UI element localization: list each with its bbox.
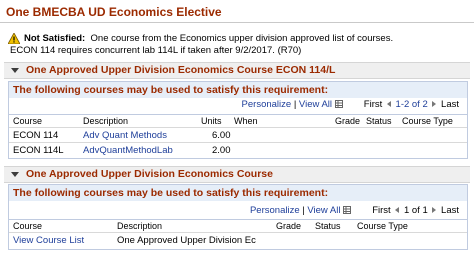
last-link: Last [441, 99, 459, 110]
col-course-type: Course Type [357, 221, 408, 231]
last-arrow-icon [432, 101, 437, 108]
section-title: One Approved Upper Division Economics Co… [26, 168, 273, 180]
first-link: First [363, 99, 383, 110]
nav-separator: | [293, 99, 297, 110]
requirement-note: ECON 114 requires concurrent lab 114L if… [10, 45, 302, 56]
column-headers: Course Description Units When Grade Stat… [9, 114, 467, 127]
view-all-link[interactable]: View All [307, 205, 340, 216]
column-headers: Course Description Grade Status Course T… [9, 219, 467, 232]
col-status: Status [315, 221, 341, 231]
first-arrow-icon [395, 207, 400, 214]
status-label: Not Satisfied: [24, 33, 86, 44]
col-grade: Grade [335, 116, 361, 126]
col-description: Description [83, 116, 129, 126]
grid-caption: The following courses may be used to sat… [9, 185, 467, 201]
collapse-triangle-icon[interactable] [11, 68, 19, 73]
nav-separator: | [302, 205, 305, 216]
row-course: ECON 114L [13, 145, 64, 156]
col-when: When [234, 116, 258, 126]
warning-icon [8, 33, 20, 44]
table-row: ECON 114L AdvQuantMethodLab 2.00 [9, 142, 467, 157]
view-all-link[interactable]: View All [299, 99, 332, 110]
row-description-link[interactable]: Adv Quant Methods [83, 130, 167, 141]
row-course: ECON 114 [13, 130, 59, 141]
table-row: ECON 114 Adv Quant Methods 6.00 [9, 127, 467, 142]
col-description: Description [117, 221, 163, 231]
header-divider [0, 22, 474, 23]
page-range: 1 of 1 [403, 205, 428, 216]
col-course-type: Course Type [402, 116, 453, 126]
col-course: Course [13, 116, 43, 126]
personalize-link[interactable]: Personalize [250, 205, 300, 216]
col-units: Units [201, 116, 222, 126]
status-line: Not Satisfied: One course from the Econo… [24, 33, 393, 44]
course-grid-econ: The following courses may be used to sat… [8, 184, 468, 250]
col-status: Status [366, 116, 392, 126]
section-header-econ[interactable]: One Approved Upper Division Economics Co… [4, 166, 470, 183]
row-units: 6.00 [212, 130, 231, 141]
row-description: One Approved Upper Division Ec [117, 235, 256, 246]
collapse-triangle-icon[interactable] [11, 172, 19, 177]
grid-navigation: Personalize | View All First 1 of 1 Last [250, 205, 459, 219]
last-arrow-icon [432, 207, 437, 214]
grid-icon[interactable] [343, 206, 352, 215]
grid-navigation: Personalize | View All First 1-2 of 2 La… [242, 99, 459, 113]
personalize-link[interactable]: Personalize [242, 99, 292, 110]
row-units: 2.00 [212, 145, 231, 156]
page-title: One BMECBA UD Economics Elective [6, 5, 222, 19]
row-description-link[interactable]: AdvQuantMethodLab [83, 145, 173, 156]
first-arrow-icon [386, 101, 391, 108]
status-text: One course from the Economics upper divi… [90, 33, 394, 44]
section-title: One Approved Upper Division Economics Co… [26, 64, 336, 76]
table-row: View Course List One Approved Upper Divi… [9, 232, 467, 247]
grid-caption: The following courses may be used to sat… [9, 82, 467, 98]
col-course: Course [13, 221, 43, 231]
first-link: First [372, 205, 391, 216]
view-course-list-link[interactable]: View Course List [13, 235, 84, 246]
course-grid-econ-114: The following courses may be used to sat… [8, 81, 468, 159]
col-grade: Grade [276, 221, 302, 231]
page-range: 1-2 of 2 [395, 99, 428, 110]
last-link: Last [441, 205, 459, 216]
grid-icon[interactable] [334, 100, 343, 109]
section-header-econ-114[interactable]: One Approved Upper Division Economics Co… [4, 62, 470, 79]
